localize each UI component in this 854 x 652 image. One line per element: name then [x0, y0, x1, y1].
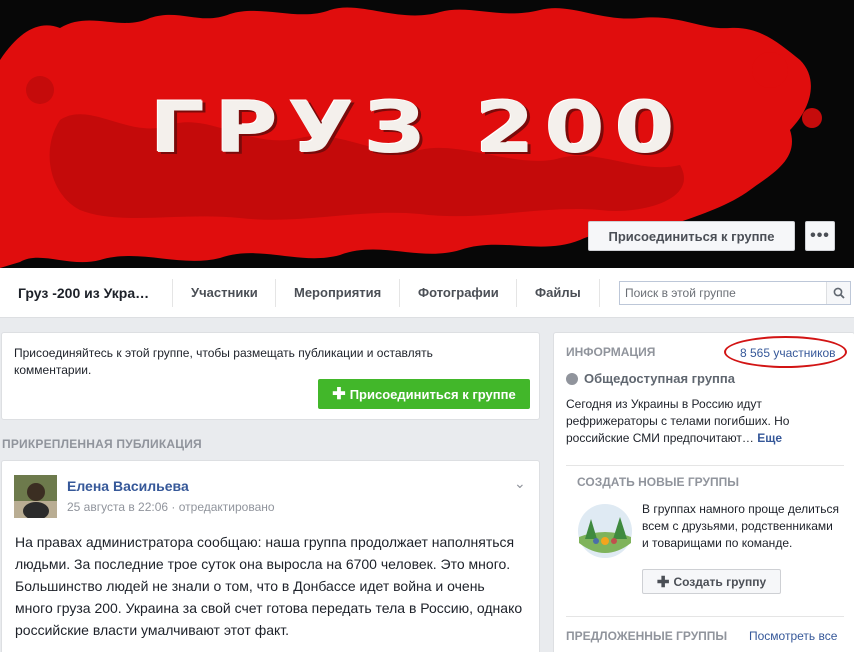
create-groups-text: В группах намного проще делиться всем с …	[642, 502, 840, 550]
group-name[interactable]: Груз -200 из Укра…	[18, 285, 149, 301]
campfire-illustration-icon	[578, 504, 632, 558]
group-info-card: ИНФОРМАЦИЯ 8 565 участников Общедоступна…	[553, 332, 854, 652]
create-group-button[interactable]: ✚ Создать группу	[642, 569, 781, 594]
globe-icon	[566, 372, 578, 385]
plus-icon: ✚	[332, 386, 346, 403]
create-groups-heading: СОЗДАТЬ НОВЫЕ ГРУППЫ	[577, 475, 739, 489]
tab-photos[interactable]: Фотографии	[399, 279, 517, 307]
more-options-button[interactable]: •••	[805, 221, 835, 251]
see-more-link[interactable]: Еще	[757, 431, 782, 445]
members-count-link[interactable]: 8 565 участников	[740, 346, 836, 360]
create-group-label: Создать группу	[673, 574, 767, 589]
description-text: Сегодня из Украины в Россию идут рефриже…	[566, 397, 790, 445]
group-description: Сегодня из Украины в Россию идут рефриже…	[566, 396, 836, 447]
cover-title: ГРУЗ 200	[150, 87, 685, 169]
see-all-link[interactable]: Посмотреть все	[749, 629, 837, 643]
suggested-groups-heading: ПРЕДЛОЖЕННЫЕ ГРУППЫ	[566, 629, 728, 643]
post-timestamp[interactable]: 25 августа в 22:06 · отредактировано	[67, 500, 275, 514]
privacy-label: Общедоступная группа	[584, 371, 735, 386]
author-avatar[interactable]	[14, 475, 57, 518]
tab-files[interactable]: Файлы	[516, 279, 600, 307]
pinned-post-label: ПРИКРЕПЛЕННАЯ ПУБЛИКАЦИЯ	[2, 437, 202, 451]
avatar-photo	[14, 475, 57, 518]
join-group-green-button[interactable]: ✚ Присоединиться к группе	[318, 379, 530, 409]
plus-icon: ✚	[656, 573, 670, 591]
divider	[566, 616, 844, 617]
tab-events[interactable]: Мероприятия	[275, 279, 399, 307]
privacy-status: Общедоступная группа	[566, 371, 735, 386]
search-icon	[833, 287, 845, 299]
info-heading: ИНФОРМАЦИЯ	[566, 345, 656, 359]
divider	[566, 465, 844, 466]
join-prompt-card: Присоединяйтесь к этой группе, чтобы раз…	[1, 332, 540, 420]
pinned-post: Елена Васильева 25 августа в 22:06 · отр…	[1, 460, 540, 652]
post-author[interactable]: Елена Васильева	[67, 478, 189, 494]
search-input[interactable]	[620, 282, 825, 304]
post-options-chevron-icon[interactable]: ⌄	[514, 475, 526, 492]
group-search	[619, 281, 851, 305]
join-prompt-text: Присоединяйтесь к этой группе, чтобы раз…	[14, 346, 433, 377]
post-body: На правах администратора сообщаю: наша г…	[15, 534, 523, 638]
join-group-green-label: Присоединиться к группе	[349, 386, 516, 402]
join-group-button[interactable]: Присоединиться к группе	[588, 221, 795, 251]
tab-members[interactable]: Участники	[172, 279, 276, 307]
search-button[interactable]	[826, 282, 850, 304]
